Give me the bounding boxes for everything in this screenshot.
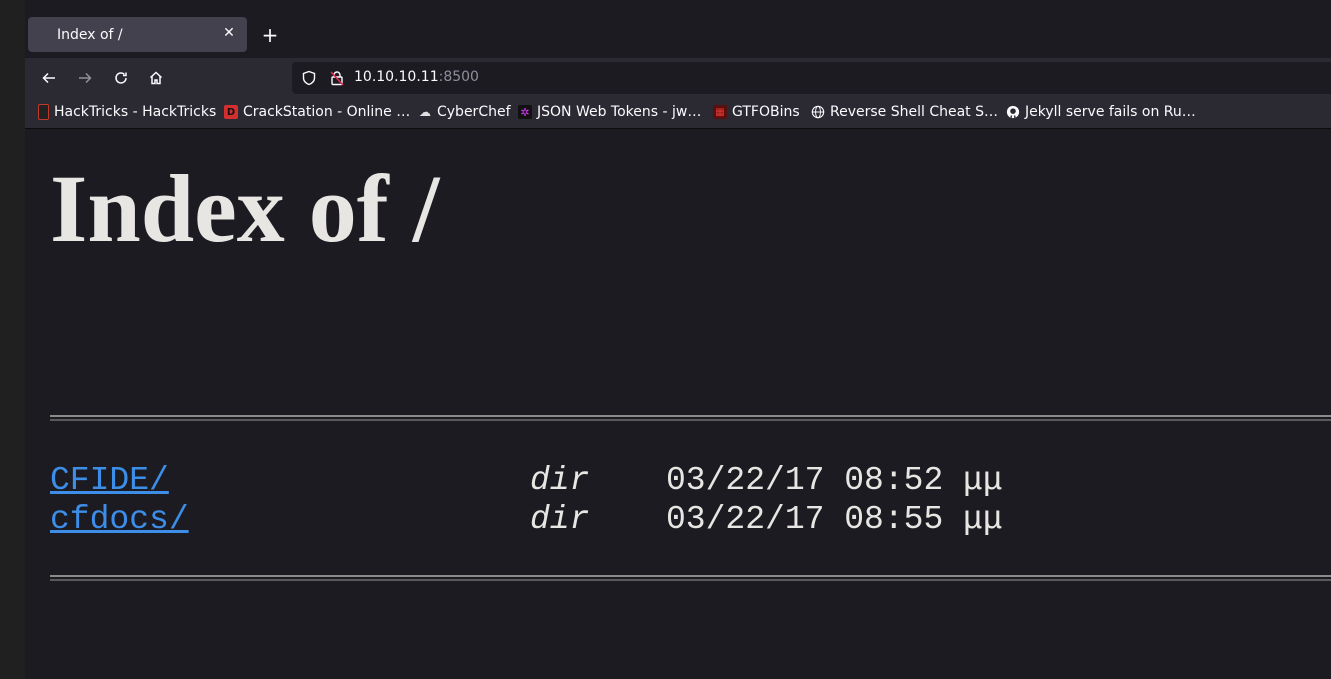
- back-arrow-icon: [42, 72, 55, 84]
- bookmark-label: JSON Web Tokens - jw…: [537, 104, 702, 120]
- bookmark-cyberchef[interactable]: ☁ CyberChef: [418, 104, 511, 120]
- bookmark-jwt[interactable]: ✲ JSON Web Tokens - jw…: [518, 104, 701, 120]
- home-button[interactable]: [145, 67, 167, 89]
- reload-icon: [115, 72, 127, 84]
- bookmark-label: Reverse Shell Cheat S…: [830, 104, 998, 120]
- back-button[interactable]: [38, 67, 60, 89]
- tab-bar: Index of / ✕ +: [25, 0, 1331, 58]
- bookmark-hacktricks[interactable]: HackTricks - HackTricks: [38, 104, 216, 120]
- forward-button[interactable]: [74, 67, 96, 89]
- url-text[interactable]: 10.10.10.11:8500: [354, 69, 479, 85]
- bookmark-crackstation[interactable]: D CrackStation - Online …: [224, 104, 410, 120]
- crackstation-icon: D: [224, 105, 238, 119]
- bookmark-label: GTFOBins: [732, 104, 800, 120]
- entry-type: dir: [530, 501, 590, 538]
- desktop-left-edge: [0, 0, 25, 679]
- insecure-lock-icon[interactable]: [329, 70, 345, 86]
- reload-button[interactable]: [110, 67, 132, 89]
- globe-icon: [811, 105, 825, 119]
- bookmark-reverse-shell[interactable]: Reverse Shell Cheat S…: [811, 104, 998, 120]
- bookmark-gtfobins[interactable]: ▦ GTFOBins: [713, 104, 800, 120]
- chef-hat-icon: ☁: [419, 105, 431, 119]
- jwt-icon: ✲: [518, 105, 532, 119]
- page-content: Index of / CFIDE/ dir 03/22/17 08:52 μμ …: [25, 129, 1331, 679]
- forward-arrow-icon: [79, 72, 92, 84]
- url-bar[interactable]: 10.10.10.11:8500: [292, 62, 1331, 94]
- bookmarks-toolbar: HackTricks - HackTricks D CrackStation -…: [25, 98, 1331, 129]
- bookmark-label: Jekyll serve fails on Ru…: [1025, 104, 1196, 120]
- bookmark-label: CyberChef: [437, 104, 511, 120]
- horizontal-rule-top: [50, 415, 1331, 421]
- close-tab-icon[interactable]: ✕: [221, 25, 237, 41]
- browser-window: Index of / ✕ + 10.10.10.11:8500 HackTric…: [25, 0, 1331, 679]
- url-port: :8500: [438, 69, 479, 85]
- horizontal-rule-bottom: [50, 575, 1331, 581]
- directory-row: cfdocs/ dir 03/22/17 08:55 μμ: [50, 500, 1250, 539]
- navigation-toolbar: 10.10.10.11:8500: [25, 58, 1331, 98]
- directory-row: CFIDE/ dir 03/22/17 08:52 μμ: [50, 461, 1250, 500]
- bookmark-label: HackTricks - HackTricks: [54, 104, 217, 120]
- github-icon: [1006, 105, 1020, 119]
- entry-date: 03/22/17 08:55 μμ: [666, 501, 1003, 538]
- bookmark-jekyll[interactable]: Jekyll serve fails on Ru…: [1006, 104, 1196, 120]
- gtfobins-icon: ▦: [713, 105, 727, 119]
- directory-link-cfide[interactable]: CFIDE/: [50, 461, 169, 500]
- page-heading: Index of /: [50, 155, 440, 262]
- home-icon: [149, 71, 163, 85]
- shield-icon[interactable]: [301, 70, 317, 86]
- directory-listing: CFIDE/ dir 03/22/17 08:52 μμ cfdocs/ dir…: [50, 461, 1250, 539]
- bookmark-label: CrackStation - Online …: [243, 104, 411, 120]
- entry-date: 03/22/17 08:52 μμ: [666, 462, 1003, 499]
- new-tab-button[interactable]: +: [259, 24, 281, 46]
- tab-index-of[interactable]: Index of / ✕: [28, 17, 247, 52]
- hacktricks-icon: [38, 104, 49, 120]
- tab-title: Index of /: [57, 27, 123, 43]
- entry-type: dir: [530, 462, 590, 499]
- url-host: 10.10.10.11: [354, 69, 439, 85]
- directory-link-cfdocs[interactable]: cfdocs/: [50, 500, 189, 539]
